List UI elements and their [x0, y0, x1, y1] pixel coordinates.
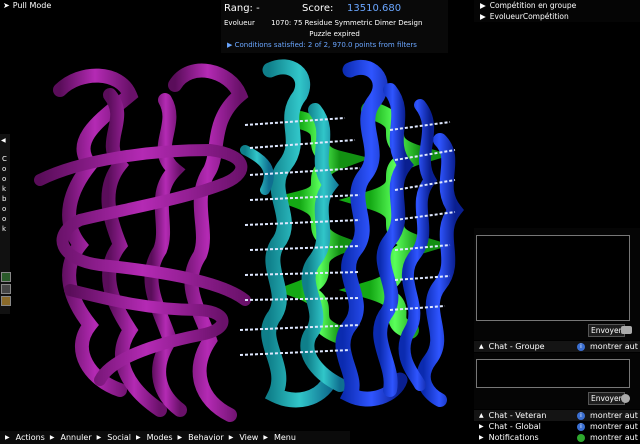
chat-log[interactable]	[476, 359, 630, 388]
tab-chat-global[interactable]: ▶ Chat - Global i montrer aut	[474, 421, 640, 432]
camera-icon[interactable]	[621, 326, 632, 334]
score-label: Score:	[302, 3, 334, 14]
rank-label: Rang: -	[224, 3, 260, 14]
script-icon[interactable]	[1, 284, 11, 294]
collapse-triangle-icon: ▲	[479, 343, 484, 350]
expand-triangle-icon: ▶	[177, 434, 183, 441]
competition-item[interactable]: ▶ Compétition en groupe	[474, 0, 640, 11]
expand-triangle-icon: ▶	[228, 434, 234, 441]
score-panel: Rang: - Score: 13510.680 Evolueur 1070: …	[221, 0, 448, 53]
menu-label: Modes	[146, 433, 173, 442]
score-value: 13510.680	[347, 3, 402, 14]
tab-chat-groupe[interactable]: ▲ Chat - Groupe i montrer aut	[474, 341, 640, 352]
tab-chat-veteran[interactable]: ▲ Chat - Veteran i montrer aut	[474, 410, 640, 421]
menu-behavior[interactable]: ▶ Behavior	[173, 433, 224, 442]
competition-panel: ▶ Compétition en groupe ▶ EvolueurCompét…	[474, 0, 640, 22]
tab-label: Chat - Veteran	[488, 411, 547, 420]
purple-chain	[34, 63, 251, 422]
chat-log[interactable]	[476, 235, 630, 321]
teal-chain	[240, 59, 347, 408]
menu-menu[interactable]: ▶ Menu	[258, 433, 296, 442]
folder-icon[interactable]	[1, 296, 11, 306]
competition-label: EvolueurCompétition	[489, 12, 569, 21]
show-others-toggle[interactable]: montrer aut	[590, 433, 638, 442]
info-icon[interactable]: i	[577, 411, 585, 420]
expand-triangle-icon: ▶	[135, 434, 141, 441]
menu-label: Social	[107, 433, 131, 442]
info-icon[interactable]: i	[577, 422, 585, 431]
recipe-icon[interactable]	[1, 272, 11, 282]
tab-label: Chat - Groupe	[488, 342, 545, 351]
cursor-icon: ➤	[3, 1, 10, 10]
expand-triangle-icon: ▶	[5, 434, 10, 441]
pull-mode-label: Pull Mode	[12, 1, 52, 10]
expand-triangle-icon: ▶	[480, 1, 486, 10]
expand-triangle-icon: ▶	[227, 41, 233, 49]
collapse-triangle-icon[interactable]: ◀	[1, 137, 6, 144]
expand-triangle-icon: ▶	[49, 434, 55, 441]
status-icon[interactable]	[577, 433, 585, 442]
menu-actions[interactable]: ▶ Actions	[0, 433, 45, 442]
conditions-text: Conditions satisfied: 2 of 2, 970.0 poin…	[234, 41, 417, 49]
menu-view[interactable]: ▶ View	[224, 433, 259, 442]
cookbook-sidebar[interactable]: ◀ C o o k b o o k	[0, 134, 11, 314]
menu-label: Menu	[273, 433, 296, 442]
group-chat-panel: Envoyer	[474, 228, 640, 340]
clock-icon[interactable]	[621, 394, 630, 403]
menu-social[interactable]: ▶ Social	[92, 433, 131, 442]
menu-label: Annuler	[60, 433, 92, 442]
expand-triangle-icon: ▶	[479, 434, 484, 441]
blue-chain	[335, 59, 464, 407]
show-others-toggle[interactable]: montrer aut	[590, 342, 638, 351]
expand-triangle-icon: ▶	[263, 434, 268, 441]
puzzle-status: Puzzle expired	[309, 30, 360, 38]
collapse-triangle-icon: ▲	[479, 412, 484, 419]
veteran-chat-panel: Envoyer	[474, 353, 640, 409]
menu-modes[interactable]: ▶ Modes	[131, 433, 173, 442]
competition-item[interactable]: ▶ EvolueurCompétition	[474, 11, 640, 22]
expand-triangle-icon: ▶	[480, 12, 486, 21]
competition-label: Compétition en groupe	[489, 1, 577, 10]
show-others-toggle[interactable]: montrer aut	[590, 411, 638, 420]
expand-triangle-icon: ▶	[479, 423, 484, 430]
info-icon[interactable]: i	[577, 342, 585, 351]
expand-triangle-icon: ▶	[96, 434, 102, 441]
cookbook-label: C o o k b o o k	[2, 155, 7, 233]
bottom-menu-bar: ▶ Actions ▶ Annuler ▶ Social ▶ Modes ▶ Behavi…	[0, 431, 350, 444]
menu-label: Actions	[15, 433, 45, 442]
pull-mode-toggle[interactable]: ➤ Pull Mode	[3, 1, 51, 10]
send-button[interactable]: Envoyer	[588, 324, 625, 337]
menu-label: View	[239, 433, 259, 442]
show-others-toggle[interactable]: montrer aut	[590, 422, 638, 431]
tab-notifications[interactable]: ▶ Notifications montrer aut	[474, 432, 640, 443]
tab-label: Notifications	[488, 433, 539, 442]
puzzle-title: 1070: 75 Residue Symmetric Dimer Design	[271, 19, 423, 27]
send-button[interactable]: Envoyer	[588, 392, 625, 405]
player-name: Evolueur	[224, 19, 255, 27]
menu-annuler[interactable]: ▶ Annuler	[45, 433, 92, 442]
menu-label: Behavior	[188, 433, 224, 442]
conditions-toggle[interactable]: ▶ Conditions satisfied: 2 of 2, 970.0 po…	[227, 41, 417, 49]
tab-label: Chat - Global	[488, 422, 541, 431]
